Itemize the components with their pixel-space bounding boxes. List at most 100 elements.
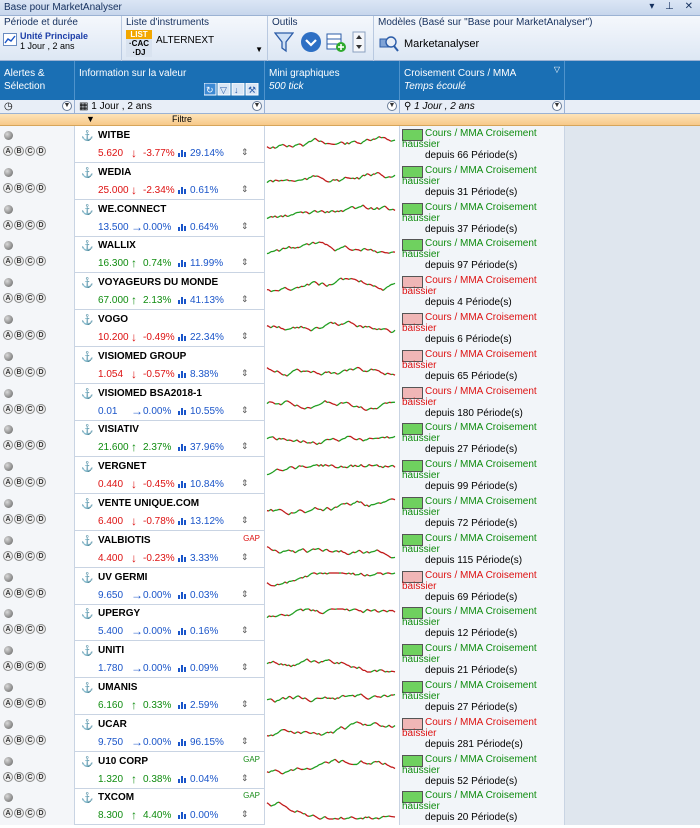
add-column-icon[interactable] (326, 31, 346, 53)
alerts-cell[interactable]: ABCD (0, 788, 75, 826)
instrument-name[interactable]: WALLIX (98, 240, 136, 251)
anchor-icon[interactable]: ⚓ (81, 389, 93, 400)
table-row[interactable]: ABCD ⚓ WEDIA 25.000 ↓ -2.34% 0.61% ⇕ Cou… (0, 162, 700, 200)
alerts-cell[interactable]: ABCD (0, 126, 75, 163)
alert-c-icon[interactable]: C (25, 734, 35, 745)
anchor-icon[interactable]: ⚓ (81, 499, 93, 510)
table-row[interactable]: ABCD ⚓ VISIATIV 21.600 ↑ 2.37% 37.96% ⇕ (0, 420, 700, 458)
alert-d-icon[interactable]: D (36, 366, 46, 377)
scale-icon[interactable]: ⇕ (241, 405, 249, 416)
instrument-name[interactable]: VISIOMED BSA2018-1 (98, 388, 202, 399)
anchor-icon[interactable]: ⚓ (81, 573, 93, 584)
scale-icon[interactable]: ⇕ (241, 257, 249, 268)
scale-icon[interactable]: ⇕ (241, 773, 249, 784)
instrument-name[interactable]: VISIATIV (98, 424, 139, 435)
scale-icon[interactable]: ⇕ (241, 331, 249, 342)
alert-a-icon[interactable]: A (3, 293, 13, 304)
alert-c-icon[interactable]: C (25, 661, 35, 672)
info-cell[interactable]: ⚓ VISIATIV 21.600 ↑ 2.37% 37.96% ⇕ (75, 420, 265, 458)
anchor-icon[interactable]: ⚓ (81, 757, 93, 768)
mini-chart-cell[interactable] (265, 494, 400, 531)
abcd-icons[interactable]: ABCD (3, 624, 47, 635)
alert-d-icon[interactable]: D (36, 514, 46, 524)
cross-cell[interactable]: Cours / MMA Croisement baissier depuis 6… (400, 346, 565, 384)
alert-c-icon[interactable]: C (25, 440, 35, 451)
dropdown-icon[interactable]: ▼ (552, 101, 562, 111)
status-dot-icon[interactable] (4, 278, 13, 288)
mini-chart-cell[interactable] (265, 604, 400, 642)
alert-d-icon[interactable]: D (36, 256, 46, 267)
status-dot-icon[interactable] (4, 719, 13, 729)
alert-a-icon[interactable]: A (3, 330, 13, 340)
alert-c-icon[interactable]: C (25, 514, 35, 524)
scale-icon[interactable]: ⇕ (241, 184, 249, 195)
instrument-name[interactable]: U10 CORP (98, 756, 148, 767)
table-row[interactable]: ABCD ⚓ UCAR 9.750 → 0.00% 96.15% ⇕ Cours… (0, 714, 700, 752)
instrument-name[interactable]: UV GERMI (98, 572, 147, 583)
scale-icon[interactable]: ⇕ (241, 221, 249, 232)
alert-a-icon[interactable]: A (3, 514, 13, 524)
alert-b-icon[interactable]: B (14, 440, 24, 451)
alert-b-icon[interactable]: B (14, 293, 24, 304)
alert-b-icon[interactable]: B (14, 587, 24, 598)
alerts-cell[interactable]: ABCD (0, 494, 75, 531)
instrument-name[interactable]: UMANIS (98, 682, 137, 693)
table-row[interactable]: ABCD ⚓ VISIOMED GROUP 1.054 ↓ -0.57% 8.3… (0, 346, 700, 384)
alert-b-icon[interactable]: B (14, 808, 24, 819)
dropdown-icon[interactable]: ▼ (252, 101, 262, 111)
alert-a-icon[interactable]: A (3, 440, 13, 451)
alert-d-icon[interactable]: D (36, 587, 46, 598)
scale-icon[interactable]: ⇕ (241, 736, 249, 747)
table-row[interactable]: ABCD ⚓ TXCOM GAP 8.300 ↑ 4.40% 0.00% ⇕ C… (0, 788, 700, 826)
abcd-icons[interactable]: ABCD (3, 293, 47, 304)
info-cell[interactable]: ⚓ UCAR 9.750 → 0.00% 96.15% ⇕ (75, 714, 265, 752)
instrument-name[interactable]: VOGO (98, 314, 128, 325)
abcd-icons[interactable]: ABCD (3, 256, 47, 267)
alerts-cell[interactable]: ABCD (0, 162, 75, 200)
alerts-cell[interactable]: ABCD (0, 604, 75, 642)
alert-d-icon[interactable]: D (36, 771, 46, 782)
alert-d-icon[interactable]: D (36, 624, 46, 635)
mini-chart-cell[interactable] (265, 236, 400, 274)
table-row[interactable]: ABCD ⚓ WE.CONNECT 13.500 → 0.00% 0.64% ⇕ (0, 199, 700, 237)
alerts-cell[interactable]: ABCD (0, 714, 75, 752)
abcd-icons[interactable]: ABCD (3, 219, 47, 230)
alert-d-icon[interactable]: D (36, 293, 46, 304)
alert-c-icon[interactable]: C (25, 293, 35, 304)
status-dot-icon[interactable] (4, 351, 13, 361)
mini-chart-cell[interactable] (265, 567, 400, 605)
mini-chart-cell[interactable] (265, 273, 400, 311)
alert-c-icon[interactable]: C (25, 808, 35, 819)
scale-icon[interactable]: ⇕ (241, 441, 249, 452)
alert-d-icon[interactable]: D (36, 477, 46, 488)
alert-c-icon[interactable]: C (25, 256, 35, 267)
abcd-icons[interactable]: ABCD (3, 550, 47, 561)
alert-b-icon[interactable]: B (14, 219, 24, 230)
anchor-icon[interactable]: ⚓ (81, 683, 93, 694)
status-dot-icon[interactable] (4, 241, 13, 251)
alert-b-icon[interactable]: B (14, 477, 24, 488)
cross-cell[interactable]: Cours / MMA Croisement baissier depuis 1… (400, 383, 565, 421)
alert-d-icon[interactable]: D (36, 146, 46, 156)
anchor-icon[interactable]: ⚓ (81, 425, 93, 436)
cross-cell[interactable]: Cours / MMA Croisement baissier depuis 6… (400, 567, 565, 605)
alert-b-icon[interactable]: B (14, 514, 24, 524)
alert-a-icon[interactable]: A (3, 550, 13, 561)
info-cell[interactable]: ⚓ UNITI 1.780 → 0.00% 0.09% ⇕ (75, 641, 265, 679)
anchor-icon[interactable]: ⚓ (81, 462, 93, 473)
unit-main-label[interactable]: Unité Principale (20, 31, 88, 41)
cross-cell[interactable]: Cours / MMA Croisement haussier depuis 2… (400, 420, 565, 458)
table-row[interactable]: ABCD ⚓ VERGNET 0.440 ↓ -0.45% 10.84% ⇕ C… (0, 457, 700, 495)
mini-chart-cell[interactable] (265, 714, 400, 752)
anchor-icon[interactable]: ⚓ (81, 131, 93, 142)
abcd-icons[interactable]: ABCD (3, 440, 47, 451)
alert-c-icon[interactable]: C (25, 698, 35, 708)
table-row[interactable]: ABCD ⚓ VALBIOTIS GAP 4.400 ↓ -0.23% 3.33… (0, 530, 700, 568)
alert-d-icon[interactable]: D (36, 219, 46, 230)
alert-b-icon[interactable]: B (14, 146, 24, 156)
table-row[interactable]: ABCD ⚓ VENTE UNIQUE.COM 6.400 ↓ -0.78% 1… (0, 494, 700, 531)
alert-c-icon[interactable]: C (25, 771, 35, 782)
table-row[interactable]: ABCD ⚓ WITBE 5.620 ↓ -3.77% 29.14% ⇕ Cou… (0, 126, 700, 163)
mini-filter-cell[interactable]: ▼ (265, 100, 400, 114)
alerts-cell[interactable]: ABCD (0, 199, 75, 237)
